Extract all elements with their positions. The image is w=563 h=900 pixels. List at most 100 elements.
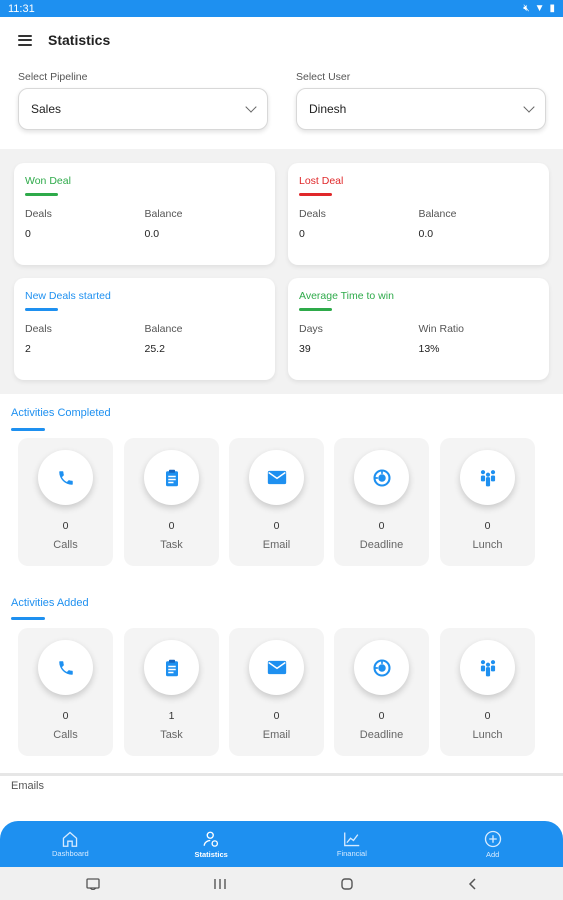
recents-icon[interactable] [213, 878, 227, 890]
clipboard-icon [144, 450, 199, 505]
activity-tile-lunch[interactable]: 0 Lunch [440, 628, 535, 756]
activity-count: 0 [484, 710, 491, 722]
card-value: 0 [299, 228, 305, 240]
activities-added-title: Activities Added [11, 597, 89, 609]
envelope-icon [249, 450, 304, 505]
card-title: Won Deal [25, 175, 71, 187]
plus-circle-icon [484, 830, 501, 847]
nav-add[interactable]: Add [422, 821, 563, 867]
activity-tile-deadline[interactable]: 0 Deadline [334, 438, 429, 566]
activity-label: Calls [53, 729, 78, 741]
card-underline [299, 193, 332, 196]
average-time-card: Average Time to win Days 39 Win Ratio 13% [288, 278, 549, 380]
activity-count: 0 [62, 710, 69, 722]
app-bar: Statistics [0, 17, 563, 63]
nav-financial[interactable]: Financial [282, 821, 423, 867]
status-icons: 🔇︎ ▼ ▮ [523, 3, 555, 14]
clipboard-icon [144, 640, 199, 695]
card-value: 0.0 [418, 228, 434, 240]
activity-label: Deadline [359, 539, 404, 551]
card-label: Win Ratio [418, 323, 465, 335]
section-underline [11, 428, 45, 431]
activity-tile-task[interactable]: 1 Task [124, 628, 219, 756]
bottom-navigation: Dashboard Statistics Financial Add [0, 821, 563, 867]
activity-count: 1 [168, 710, 175, 722]
card-value: 39 [299, 343, 311, 355]
activity-count: 0 [62, 520, 69, 532]
card-label: Balance [144, 323, 183, 335]
phone-icon [38, 450, 93, 505]
activity-tile-lunch[interactable]: 0 Lunch [440, 438, 535, 566]
activity-label: Email [262, 539, 291, 551]
activity-label: Lunch [472, 729, 503, 741]
activity-label: Task [160, 539, 183, 551]
lunch-icon [460, 450, 515, 505]
envelope-icon [249, 640, 304, 695]
card-value: 0 [25, 228, 31, 240]
activity-tile-email[interactable]: 0 Email [229, 438, 324, 566]
activity-tile-calls[interactable]: 0 Calls [18, 438, 113, 566]
card-underline [299, 308, 332, 311]
home-icon [63, 831, 78, 847]
card-value: 13% [418, 343, 440, 355]
lost-deal-card: Lost Deal Deals 0 Balance 0.0 [288, 163, 549, 265]
pipeline-select[interactable]: Sales [18, 88, 268, 130]
activity-label: Task [160, 729, 183, 741]
section-divider [0, 773, 563, 776]
battery-icon: ▮ [549, 3, 555, 14]
card-label: Deals [299, 208, 326, 220]
status-bar: 11:31 🔇︎ ▼ ▮ [0, 0, 563, 17]
nav-label: Financial [336, 848, 367, 858]
page-title: Statistics [48, 32, 111, 48]
activities-completed-title: Activities Completed [11, 407, 111, 419]
new-deals-card: New Deals started Deals 2 Balance 25.2 [14, 278, 275, 380]
phone-icon [38, 640, 93, 695]
activity-tile-deadline[interactable]: 0 Deadline [334, 628, 429, 756]
card-title: New Deals started [25, 290, 111, 302]
card-underline [25, 193, 58, 196]
user-select-group: Select User Dinesh [296, 71, 546, 130]
activity-count: 0 [273, 520, 280, 532]
activity-count: 0 [378, 520, 385, 532]
status-time: 11:31 [8, 2, 35, 15]
activity-tile-email[interactable]: 0 Email [229, 628, 324, 756]
activity-count: 0 [484, 520, 491, 532]
card-value: 25.2 [144, 343, 165, 355]
filter-section: Select Pipeline Sales Select User Dinesh [0, 63, 563, 149]
deadline-icon [354, 640, 409, 695]
card-label: Deals [25, 208, 52, 220]
system-navigation-bar [0, 867, 563, 900]
user-select-value: Dinesh [309, 102, 347, 116]
won-deal-card: Won Deal Deals 0 Balance 0.0 [14, 163, 275, 265]
pipeline-select-group: Select Pipeline Sales [18, 71, 268, 130]
hamburger-menu-icon[interactable] [18, 34, 32, 46]
back-icon[interactable] [467, 877, 477, 891]
nav-label: Add [485, 849, 500, 859]
lunch-icon [460, 640, 515, 695]
user-select-label: Select User [296, 71, 351, 83]
nav-label: Dashboard [52, 848, 89, 858]
wifi-icon: ▼ [534, 3, 545, 14]
activity-label: Lunch [472, 539, 503, 551]
pipeline-select-value: Sales [31, 102, 62, 116]
activity-count: 0 [378, 710, 385, 722]
nav-statistics[interactable]: Statistics [141, 821, 282, 867]
deadline-icon [354, 450, 409, 505]
home-button-icon[interactable] [340, 877, 354, 891]
activity-tile-task[interactable]: 0 Task [124, 438, 219, 566]
activity-label: Deadline [359, 729, 404, 741]
section-underline [11, 617, 45, 620]
user-select[interactable]: Dinesh [296, 88, 546, 130]
card-label: Balance [144, 208, 183, 220]
card-value: 2 [25, 343, 31, 355]
keyboard-icon[interactable] [86, 877, 101, 890]
stats-cards-area: Won Deal Deals 0 Balance 0.0 Lost Deal Dea… [0, 149, 563, 394]
nav-label: Statistics [194, 849, 228, 859]
activity-tile-calls[interactable]: 0 Calls [18, 628, 113, 756]
chevron-down-icon [245, 101, 257, 113]
card-value: 0.0 [144, 228, 160, 240]
nav-dashboard[interactable]: Dashboard [0, 821, 141, 867]
emails-section-label: Emails [11, 780, 45, 792]
chart-icon [343, 831, 360, 846]
person-stats-icon [203, 831, 219, 847]
